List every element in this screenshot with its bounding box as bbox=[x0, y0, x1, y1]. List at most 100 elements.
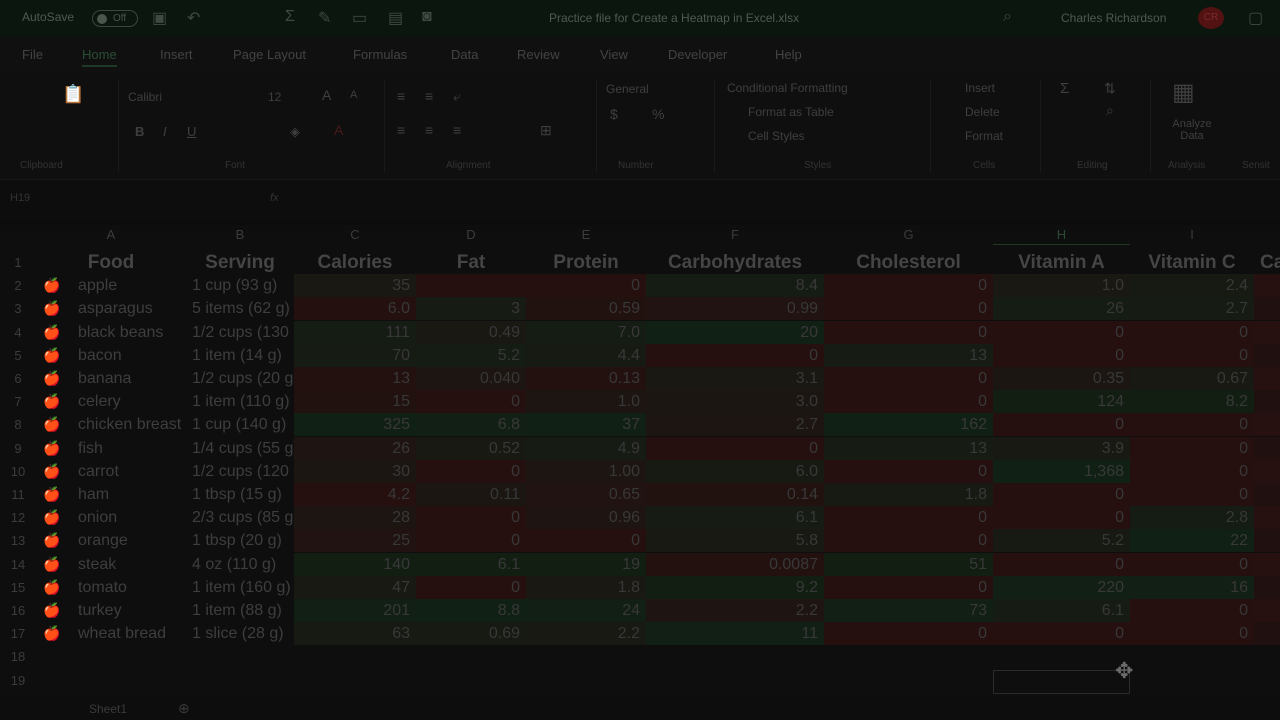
new-file-icon[interactable]: ▭ bbox=[352, 8, 367, 28]
value-cell[interactable]: 0.67 bbox=[1130, 367, 1254, 390]
value-cell[interactable]: 0 bbox=[1130, 459, 1254, 483]
header-cell[interactable]: Vitamin C bbox=[1130, 251, 1254, 274]
value-cell[interactable]: 0.11 bbox=[416, 483, 526, 506]
header-cell[interactable]: Serving bbox=[186, 251, 294, 274]
tab-view[interactable]: View bbox=[600, 47, 628, 62]
partial-cell[interactable] bbox=[1254, 506, 1280, 530]
food-cell[interactable]: wheat bread bbox=[36, 622, 186, 645]
value-cell[interactable]: 24 bbox=[526, 599, 646, 622]
value-cell[interactable]: 1.0 bbox=[526, 390, 646, 414]
value-cell[interactable]: 1,368 bbox=[993, 459, 1130, 483]
value-cell[interactable]: 13 bbox=[824, 436, 993, 460]
header-cell[interactable]: Calories bbox=[294, 251, 416, 274]
value-cell[interactable]: 26 bbox=[294, 436, 416, 460]
fill-color-icon[interactable]: ◈ bbox=[290, 124, 300, 140]
row-header[interactable]: 3 bbox=[0, 301, 36, 316]
serving-cell[interactable]: 2/3 cups (85 g) bbox=[186, 506, 294, 529]
align-left-icon[interactable]: ≡ bbox=[397, 122, 405, 138]
food-cell[interactable]: banana bbox=[36, 367, 186, 390]
serving-cell[interactable]: 4 oz (110 g) bbox=[186, 553, 294, 576]
search-icon[interactable]: ⌕ bbox=[1003, 8, 1012, 26]
row-header[interactable]: 13 bbox=[0, 533, 36, 548]
tab-insert[interactable]: Insert bbox=[160, 47, 193, 62]
column-header-e[interactable]: E bbox=[526, 225, 646, 245]
underline-button[interactable]: U bbox=[187, 124, 196, 139]
align-center-icon[interactable]: ≡ bbox=[425, 122, 433, 138]
serving-cell[interactable]: 1 item (160 g) bbox=[186, 576, 294, 599]
row-header[interactable]: 1 bbox=[0, 255, 36, 270]
font-size-select[interactable]: 12 bbox=[268, 90, 281, 104]
value-cell[interactable]: 16 bbox=[1130, 575, 1254, 599]
value-cell[interactable]: 6.1 bbox=[993, 599, 1130, 622]
serving-cell[interactable]: 1 item (14 g) bbox=[186, 344, 294, 367]
value-cell[interactable]: 2.7 bbox=[646, 413, 824, 437]
row-header[interactable]: 17 bbox=[0, 626, 36, 641]
value-cell[interactable]: 0 bbox=[824, 297, 993, 321]
value-cell[interactable]: 0.69 bbox=[416, 622, 526, 646]
food-cell[interactable]: chicken breast bbox=[36, 413, 186, 436]
camera-icon[interactable]: ◙ bbox=[422, 8, 432, 26]
partial-cell[interactable] bbox=[1254, 599, 1280, 622]
selected-cell[interactable] bbox=[993, 670, 1130, 694]
header-cell[interactable]: Cholesterol bbox=[824, 251, 993, 274]
food-cell[interactable]: apple bbox=[36, 274, 186, 297]
serving-cell[interactable]: 1 tbsp (20 g) bbox=[186, 529, 294, 552]
value-cell[interactable]: 30 bbox=[294, 459, 416, 483]
header-cell[interactable]: Carbohydrates bbox=[646, 251, 824, 274]
value-cell[interactable]: 37 bbox=[526, 413, 646, 437]
value-cell[interactable]: 0 bbox=[824, 274, 993, 298]
value-cell[interactable]: 0 bbox=[1130, 320, 1254, 344]
food-cell[interactable]: steak bbox=[36, 553, 186, 576]
value-cell[interactable]: 3.9 bbox=[993, 436, 1130, 460]
font-name-select[interactable]: Calibri bbox=[128, 90, 162, 104]
value-cell[interactable]: 0 bbox=[993, 413, 1130, 437]
value-cell[interactable]: 6.1 bbox=[646, 506, 824, 530]
add-sheet-icon[interactable]: ⊕ bbox=[178, 700, 190, 717]
value-cell[interactable]: 22 bbox=[1130, 529, 1254, 553]
value-cell[interactable]: 0 bbox=[416, 529, 526, 553]
fx-icon[interactable]: fx bbox=[270, 192, 279, 204]
value-cell[interactable]: 111 bbox=[294, 320, 416, 344]
serving-cell[interactable]: 1/2 cups (120 g) bbox=[186, 460, 294, 483]
value-cell[interactable]: 325 bbox=[294, 413, 416, 437]
font-color-icon[interactable]: A bbox=[334, 122, 343, 138]
tab-help[interactable]: Help bbox=[775, 47, 802, 62]
analyze-data-icon[interactable]: ▦ bbox=[1172, 78, 1195, 107]
save-icon[interactable]: ▣ bbox=[152, 8, 167, 28]
ribbon-display-icon[interactable]: ▢ bbox=[1248, 8, 1263, 28]
food-cell[interactable]: orange bbox=[36, 529, 186, 552]
value-cell[interactable]: 3.1 bbox=[646, 367, 824, 390]
value-cell[interactable]: 0 bbox=[824, 390, 993, 414]
value-cell[interactable]: 73 bbox=[824, 599, 993, 622]
autosum-icon[interactable]: Σ bbox=[285, 8, 295, 26]
align-middle-icon[interactable]: ≡ bbox=[425, 88, 433, 104]
value-cell[interactable]: 8.8 bbox=[416, 599, 526, 622]
value-cell[interactable]: 0.13 bbox=[526, 367, 646, 390]
partial-cell[interactable] bbox=[1254, 483, 1280, 506]
value-cell[interactable]: 4.2 bbox=[294, 483, 416, 506]
value-cell[interactable]: 4.9 bbox=[526, 436, 646, 460]
value-cell[interactable]: 2.7 bbox=[1130, 297, 1254, 321]
row-header[interactable]: 14 bbox=[0, 557, 36, 572]
partial-cell[interactable] bbox=[1254, 552, 1280, 576]
value-cell[interactable]: 6.0 bbox=[646, 459, 824, 483]
value-cell[interactable]: 8.2 bbox=[1130, 390, 1254, 414]
tab-page-layout[interactable]: Page Layout bbox=[233, 47, 306, 62]
serving-cell[interactable]: 1/4 cups (55 g) bbox=[186, 437, 294, 460]
column-header-f[interactable]: F bbox=[646, 225, 824, 245]
value-cell[interactable]: 0.99 bbox=[646, 297, 824, 321]
value-cell[interactable]: 20 bbox=[646, 320, 824, 344]
row-header[interactable]: 8 bbox=[0, 417, 36, 432]
value-cell[interactable]: 5.2 bbox=[993, 529, 1130, 553]
value-cell[interactable]: 3 bbox=[416, 297, 526, 321]
format-cells-button[interactable]: Format bbox=[965, 129, 1003, 143]
insert-cells-button[interactable]: Insert bbox=[965, 81, 995, 95]
autosave-toggle[interactable]: Off bbox=[92, 10, 138, 27]
row-header[interactable]: 5 bbox=[0, 348, 36, 363]
partial-cell[interactable] bbox=[1254, 436, 1280, 460]
row-header[interactable]: 19 bbox=[0, 673, 36, 688]
partial-cell[interactable] bbox=[1254, 274, 1280, 298]
find-select-icon[interactable]: ⌕ bbox=[1106, 102, 1114, 119]
column-header-c[interactable]: C bbox=[294, 225, 416, 245]
italic-button[interactable]: I bbox=[163, 124, 167, 139]
